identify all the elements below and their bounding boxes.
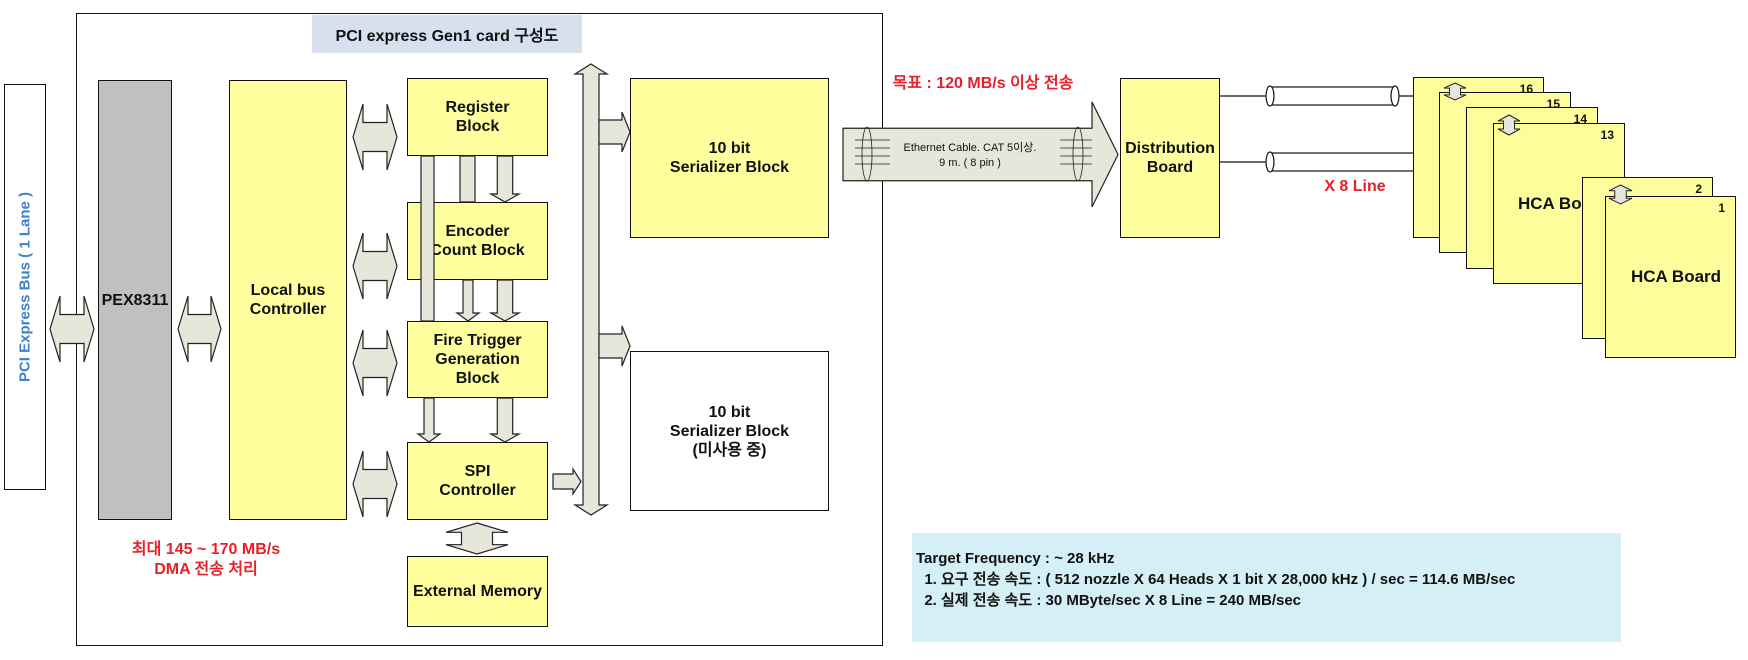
target-frequency-info-box: Target Frequency : ~ 28 kHz 1. 요구 전송 속도 … <box>912 533 1621 642</box>
info-line-actual-rate: 2. 실제 전송 속도 : 30 MByte/sec X 8 Line = 24… <box>916 592 1302 609</box>
board-16-updown-arrow <box>1443 82 1467 101</box>
info-line-required-rate: 1. 요구 전송 속도 : ( 512 nozzle X 64 Heads X … <box>916 571 1516 588</box>
board-1-updown-arrow <box>1608 184 1633 205</box>
board-13-updown-arrow <box>1497 114 1521 136</box>
info-line-frequency: Target Frequency : ~ 28 kHz <box>916 550 1115 567</box>
